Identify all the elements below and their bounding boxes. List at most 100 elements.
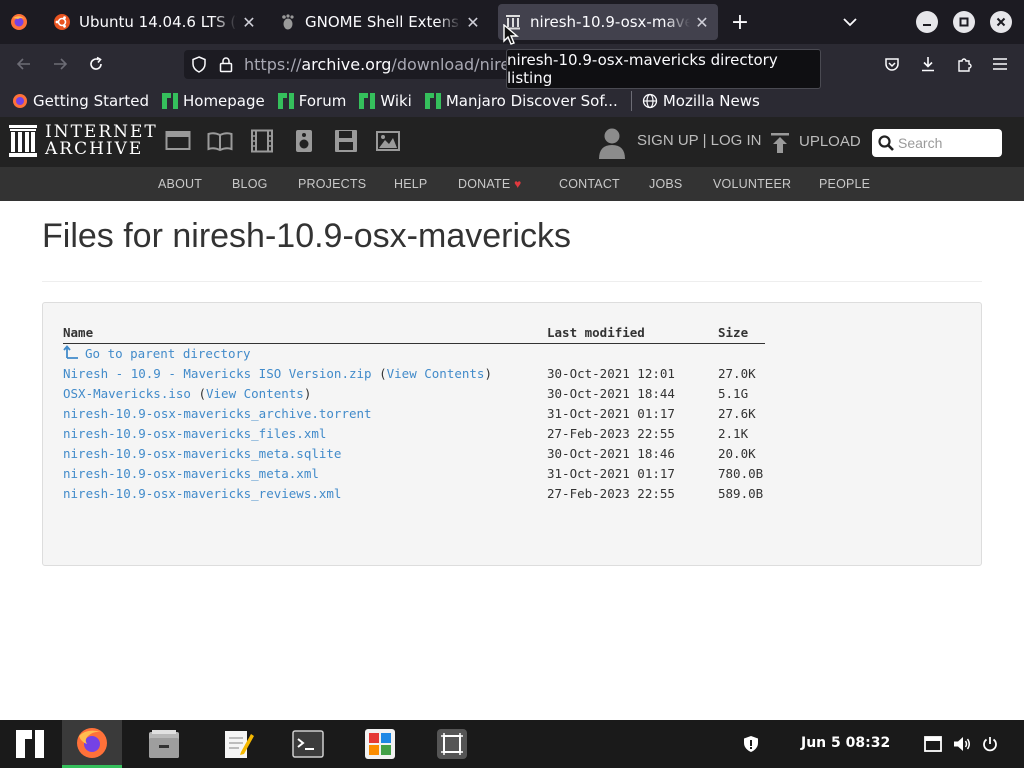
web-icon[interactable] xyxy=(165,129,191,153)
search-input[interactable] xyxy=(898,135,994,151)
bookmark-label: Wiki xyxy=(380,91,412,110)
file-link[interactable]: Niresh - 10.9 - Mavericks ISO Version.zi… xyxy=(63,366,372,381)
bookmark-mozilla-news[interactable]: Mozilla News xyxy=(642,92,760,110)
nav-projects[interactable]: PROJECTS xyxy=(298,177,366,191)
table-header-row: Name Last modified Size xyxy=(63,323,765,344)
taskbar-file-manager[interactable] xyxy=(134,720,194,768)
up-arrow-icon xyxy=(63,345,78,360)
tray-security[interactable] xyxy=(740,733,762,755)
heart-icon: ♥ xyxy=(514,177,522,191)
file-size: 2.1K xyxy=(718,425,749,441)
speaker-icon[interactable] xyxy=(291,129,317,153)
film-icon[interactable] xyxy=(249,129,275,153)
forward-button[interactable] xyxy=(48,52,72,76)
nav-volunteer[interactable]: VOLUNTEER xyxy=(713,177,791,191)
user-icon[interactable] xyxy=(598,127,626,159)
image-icon[interactable] xyxy=(375,129,401,153)
new-tab-button[interactable]: + xyxy=(728,0,752,44)
file-link[interactable]: OSX-Mavericks.iso xyxy=(63,386,191,401)
upload-link[interactable]: UPLOAD xyxy=(799,133,861,150)
maximize-button[interactable] xyxy=(953,11,975,33)
nav-donate-label: DONATE xyxy=(458,177,511,191)
bookmark-getting-started[interactable]: Getting Started xyxy=(12,92,149,110)
shield-icon[interactable] xyxy=(191,56,207,73)
lock-icon[interactable] xyxy=(219,56,233,73)
list-all-tabs-button[interactable] xyxy=(838,0,862,44)
arrow-left-icon xyxy=(16,58,30,70)
volume-icon xyxy=(954,737,970,751)
paren-open: ( xyxy=(371,365,387,381)
minimize-button[interactable] xyxy=(916,11,938,33)
file-link[interactable]: niresh-10.9-osx-mavericks_reviews.xml xyxy=(63,486,341,501)
file-link[interactable]: niresh-10.9-osx-mavericks_meta.sqlite xyxy=(63,446,341,461)
file-manager-icon xyxy=(149,730,179,758)
taskbar-text-editor[interactable] xyxy=(208,720,268,768)
tab-gnome-extensions[interactable]: GNOME Shell Extensions ✕ xyxy=(279,0,485,44)
window-icon xyxy=(924,736,942,752)
floppy-disk-icon[interactable] xyxy=(333,129,359,153)
globe-icon xyxy=(642,93,657,108)
tab-ubuntu[interactable]: Ubuntu 14.04.6 LTS (Trusty Tahr) ✕ xyxy=(53,0,261,44)
nav-blog[interactable]: BLOG xyxy=(232,177,268,191)
table-row: niresh-10.9-osx-mavericks_meta.xml 31-Oct… xyxy=(63,463,765,483)
firefox-menu-button[interactable] xyxy=(10,0,30,44)
nav-about[interactable]: ABOUT xyxy=(158,177,202,191)
manjaro-icon xyxy=(359,92,376,109)
power-icon xyxy=(983,737,997,752)
file-link[interactable]: niresh-10.9-osx-mavericks_files.xml xyxy=(63,426,326,441)
taskbar-screenshot[interactable] xyxy=(422,720,482,768)
ia-logo[interactable]: INTERNET ARCHIVE xyxy=(9,124,158,158)
bookmark-label: Getting Started xyxy=(33,91,149,110)
tray-clipboard[interactable] xyxy=(922,733,944,755)
ia-logo-text: INTERNET ARCHIVE xyxy=(45,124,158,158)
ia-search-box[interactable] xyxy=(872,129,1002,157)
view-contents-link[interactable]: View Contents xyxy=(387,366,485,381)
app-menu-launcher[interactable] xyxy=(0,720,60,768)
close-icon[interactable]: ✕ xyxy=(237,13,261,32)
shield-alert-icon xyxy=(744,736,758,752)
nav-contact[interactable]: CONTACT xyxy=(559,177,620,191)
file-link[interactable]: niresh-10.9-osx-mavericks_meta.xml xyxy=(63,466,319,481)
taskbar-terminal[interactable] xyxy=(278,720,338,768)
view-contents-link[interactable]: View Contents xyxy=(206,386,304,401)
divider xyxy=(42,281,982,282)
taskbar-software-center[interactable] xyxy=(350,720,410,768)
file-size: 780.0B xyxy=(718,465,764,481)
bookmark-manjaro-discover[interactable]: Manjaro Discover Sof... xyxy=(424,92,618,110)
signup-login-link[interactable]: SIGN UP | LOG IN xyxy=(637,132,761,149)
ia-logo-line2: ARCHIVE xyxy=(45,139,144,159)
file-link[interactable]: niresh-10.9-osx-mavericks_archive.torren… xyxy=(63,406,372,421)
tray-power[interactable] xyxy=(979,733,1001,755)
taskbar-firefox[interactable] xyxy=(62,720,122,768)
reload-button[interactable] xyxy=(84,52,108,76)
text-editor-icon xyxy=(225,731,254,758)
bookmark-forum[interactable]: Forum xyxy=(277,92,346,110)
tab-archive-listing[interactable]: niresh-10.9-osx-mavericks directory list… xyxy=(504,0,714,44)
app-menu-button[interactable] xyxy=(988,52,1012,76)
upload-icon[interactable] xyxy=(770,132,790,154)
parent-directory-link[interactable]: Go to parent directory xyxy=(63,345,251,361)
software-center-icon xyxy=(365,729,395,759)
file-size: 589.0B xyxy=(718,485,764,501)
close-window-button[interactable] xyxy=(990,11,1012,33)
clock[interactable]: Jun 5 08:32 xyxy=(801,735,890,751)
table-row: niresh-10.9-osx-mavericks_files.xml 27-Fe… xyxy=(63,423,765,443)
pocket-button[interactable] xyxy=(880,52,904,76)
nav-help[interactable]: HELP xyxy=(394,177,427,191)
pocket-icon xyxy=(885,57,899,71)
close-icon[interactable]: ✕ xyxy=(690,13,714,32)
manjaro-icon xyxy=(277,92,294,109)
nav-jobs[interactable]: JOBS xyxy=(649,177,682,191)
nav-donate[interactable]: DONATE ♥ xyxy=(458,177,521,191)
nav-people[interactable]: PEOPLE xyxy=(819,177,870,191)
book-icon[interactable] xyxy=(207,129,233,153)
bookmark-homepage[interactable]: Homepage xyxy=(161,92,265,110)
column-name: Name xyxy=(63,323,547,344)
close-icon[interactable]: ✕ xyxy=(461,13,485,32)
tray-volume[interactable] xyxy=(951,733,973,755)
url-prefix: https:// xyxy=(244,55,302,74)
back-button[interactable] xyxy=(12,52,36,76)
bookmark-wiki[interactable]: Wiki xyxy=(359,92,412,110)
extensions-button[interactable] xyxy=(952,52,976,76)
downloads-button[interactable] xyxy=(916,52,940,76)
